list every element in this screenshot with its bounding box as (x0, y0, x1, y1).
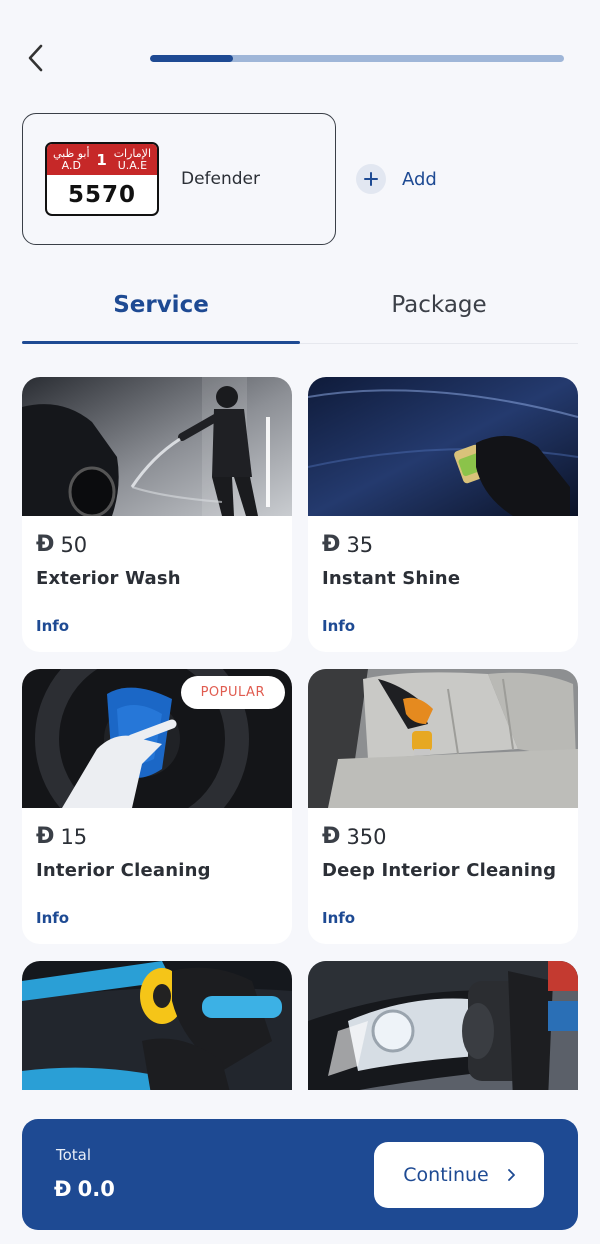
price-value: 350 (346, 824, 387, 849)
info-link[interactable]: Info (322, 617, 355, 635)
add-vehicle-button[interactable]: Add (356, 164, 437, 194)
tab-package[interactable]: Package (300, 282, 578, 343)
steering-wheel-cleaning-photo: POPULAR (22, 669, 292, 808)
info-link[interactable]: Info (36, 909, 69, 927)
service-card-buffer-polishing[interactable] (22, 961, 292, 1090)
license-plate: أبو ظبي A.D 1 الإمارات U.A.E 5570 (45, 142, 159, 216)
service-price: Đ 15 (36, 824, 87, 849)
tab-bar: Service Package (22, 282, 578, 344)
headlight-polishing-photo (308, 961, 578, 1090)
dirham-icon: Đ (322, 532, 341, 557)
service-title: Interior Cleaning (36, 860, 211, 881)
buffer-polishing-photo (22, 961, 292, 1090)
service-price: Đ 35 (322, 532, 373, 557)
popular-badge: POPULAR (180, 676, 285, 709)
continue-button[interactable]: Continue (374, 1142, 544, 1208)
tab-service[interactable]: Service (22, 282, 300, 344)
plate-country-arabic: الإمارات (113, 146, 151, 160)
total-value: Đ 0.0 (54, 1177, 115, 1201)
plate-emirate-code: A.D (61, 158, 81, 172)
service-card-headlight-polishing[interactable] (308, 961, 578, 1090)
dirham-icon: Đ (36, 532, 55, 557)
price-value: 15 (60, 824, 88, 849)
plate-emirate-arabic: أبو ظبي (53, 146, 90, 160)
service-price: Đ 50 (36, 532, 87, 557)
dirham-icon: Đ (322, 824, 341, 849)
info-link[interactable]: Info (36, 617, 69, 635)
service-card-interior-cleaning[interactable]: POPULAR Đ 15 Interior Cleaning Info (22, 669, 292, 944)
service-title: Instant Shine (322, 568, 461, 589)
total-bar: Total Đ 0.0 Continue (22, 1119, 578, 1230)
plate-number: 5570 (67, 181, 136, 208)
dirham-icon: Đ (54, 1177, 72, 1201)
car-wash-photo (22, 377, 292, 516)
service-title: Exterior Wash (36, 568, 181, 589)
plate-category: 1 (96, 150, 107, 169)
price-value: 35 (346, 532, 374, 557)
plate-header: أبو ظبي A.D 1 الإمارات U.A.E (47, 144, 157, 175)
info-link[interactable]: Info (322, 909, 355, 927)
service-card-exterior-wash[interactable]: Đ 50 Exterior Wash Info (22, 377, 292, 652)
plate-country-code: U.A.E (117, 158, 148, 172)
car-polish-photo (308, 377, 578, 516)
back-button[interactable] (18, 40, 54, 76)
seat-cleaning-photo (308, 669, 578, 808)
service-grid: Đ 50 Exterior Wash Info Đ 35 Instant Shi… (22, 377, 578, 1090)
service-price: Đ 350 (322, 824, 387, 849)
total-label: Total (56, 1146, 92, 1164)
chevron-right-icon (507, 1169, 515, 1181)
chevron-left-icon (28, 44, 43, 72)
progress-bar (150, 55, 564, 62)
price-value: 50 (60, 532, 88, 557)
service-card-instant-shine[interactable]: Đ 35 Instant Shine Info (308, 377, 578, 652)
total-amount: 0.0 (77, 1177, 115, 1201)
service-card-deep-interior-cleaning[interactable]: Đ 350 Deep Interior Cleaning Info (308, 669, 578, 944)
continue-label: Continue (403, 1164, 489, 1186)
progress-fill (150, 55, 233, 62)
service-title: Deep Interior Cleaning (322, 860, 557, 881)
add-label: Add (402, 168, 437, 190)
vehicle-card[interactable]: أبو ظبي A.D 1 الإمارات U.A.E 5570 Defend… (22, 113, 336, 245)
vehicle-name: Defender (181, 169, 261, 189)
plus-icon (356, 164, 386, 194)
dirham-icon: Đ (36, 824, 55, 849)
